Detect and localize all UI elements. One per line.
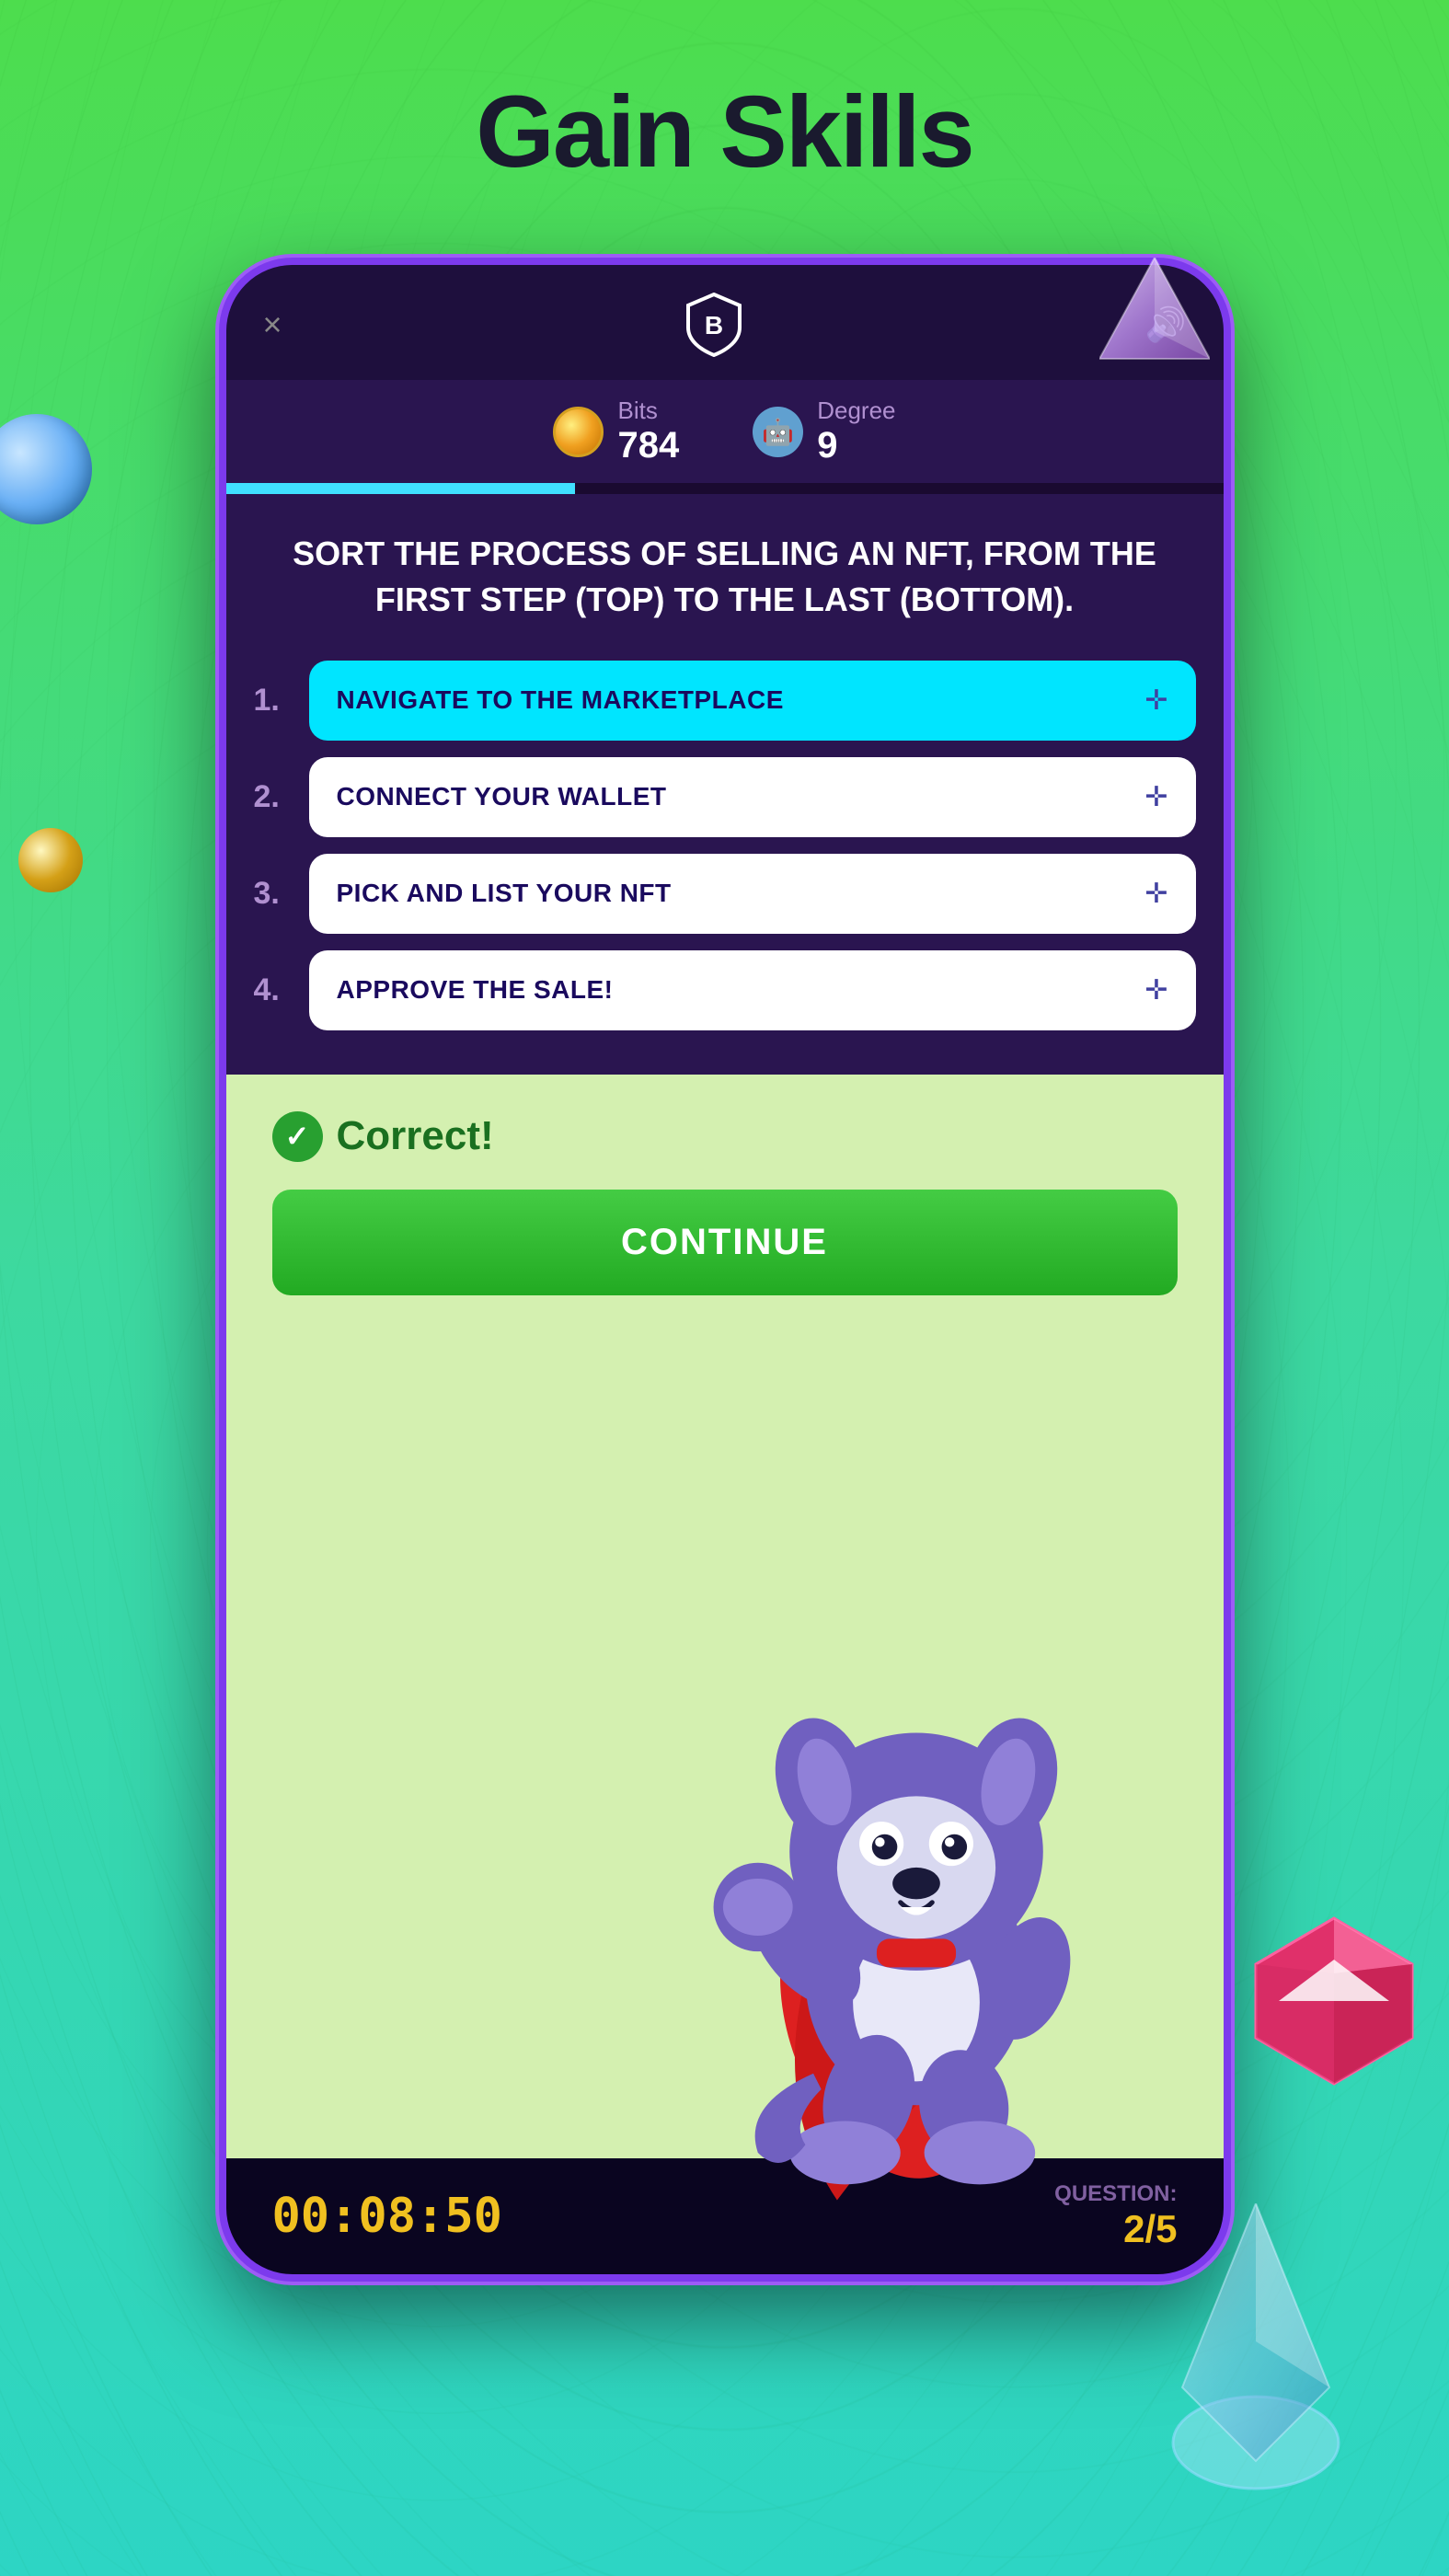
phone-frame: × B 🔊 Bits 784 [219,258,1231,2282]
continue-button[interactable]: CONTINUE [272,1190,1178,1295]
bits-stat: Bits 784 [553,397,679,466]
result-area: ✓ Correct! CONTINUE [226,1075,1224,2158]
answer-row-2: 2. CONNECT YOUR WALLET ✛ [254,757,1196,837]
screen: × B 🔊 Bits 784 [226,265,1224,2274]
phone-wrapper: × B 🔊 Bits 784 [219,258,1231,2282]
bits-label: Bits [617,397,679,425]
question-text: SORT THE PROCESS OF SELLING AN NFT, FROM… [272,531,1178,624]
mascot [677,1662,1156,2232]
drag-icon-2: ✛ [1144,781,1167,813]
bits-value: 784 [617,425,679,466]
timer: 00:08:50 [272,2189,502,2244]
coin-icon [553,407,604,457]
close-button[interactable]: × [263,305,282,344]
answer-text-4: APPROVE THE SALE! [337,975,614,1005]
answer-num-2: 2. [254,779,291,815]
deco-gem [1247,1909,1421,2098]
answer-num-1: 1. [254,683,291,719]
stats-bar: Bits 784 🤖 Degree 9 [226,380,1224,483]
page-title: Gain Skills [0,0,1449,246]
degree-stat: 🤖 Degree 9 [753,397,895,466]
answer-btn-1[interactable]: NAVIGATE TO THE MARKETPLACE ✛ [309,661,1196,741]
answer-btn-4[interactable]: APPROVE THE SALE! ✛ [309,950,1196,1030]
answers-area: 1. NAVIGATE TO THE MARKETPLACE ✛ 2. CONN… [226,651,1224,1075]
answer-btn-2[interactable]: CONNECT YOUR WALLET ✛ [309,757,1196,837]
answer-text-2: CONNECT YOUR WALLET [337,782,667,811]
degree-value: 9 [817,425,895,466]
deco-crystal [1155,2203,1357,2502]
correct-badge: ✓ Correct! [272,1111,1178,1162]
correct-text: Correct! [337,1113,494,1159]
degree-label: Degree [817,397,895,425]
check-icon: ✓ [272,1111,323,1162]
top-bar: × B 🔊 [226,265,1224,380]
deco-ball-gold [18,828,83,892]
progress-bar-fill [226,483,575,494]
continue-label: CONTINUE [621,1222,828,1262]
progress-bar-container [226,483,1224,494]
question-area: SORT THE PROCESS OF SELLING AN NFT, FROM… [226,494,1224,651]
drag-icon-1: ✛ [1144,684,1167,717]
answer-btn-3[interactable]: PICK AND LIST YOUR NFT ✛ [309,854,1196,934]
answer-row-1: 1. NAVIGATE TO THE MARKETPLACE ✛ [254,661,1196,741]
answer-row-4: 4. APPROVE THE SALE! ✛ [254,950,1196,1030]
app-logo: B [677,288,751,362]
robot-icon: 🤖 [753,407,803,457]
answer-text-3: PICK AND LIST YOUR NFT [337,879,672,908]
answer-num-4: 4. [254,972,291,1008]
drag-icon-4: ✛ [1144,974,1167,1006]
svg-text:B: B [704,311,722,339]
deco-prism [1099,258,1210,391]
drag-icon-3: ✛ [1144,878,1167,910]
answer-text-1: NAVIGATE TO THE MARKETPLACE [337,685,784,715]
answer-row-3: 3. PICK AND LIST YOUR NFT ✛ [254,854,1196,934]
answer-num-3: 3. [254,876,291,912]
